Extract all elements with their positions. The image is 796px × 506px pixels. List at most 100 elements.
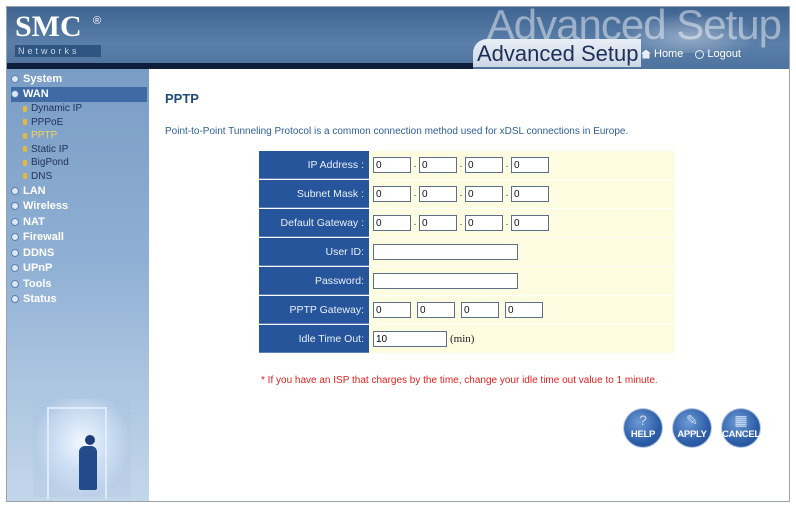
registered-mark: ® <box>93 15 102 27</box>
bullet-icon <box>23 159 27 166</box>
pptp-gateway-octet-1[interactable] <box>373 302 411 318</box>
default-gateway-field: . . . <box>369 209 675 237</box>
sidebar-subitem-static-ip[interactable]: Static IP <box>11 143 147 157</box>
idle-time-out-label: Idle Time Out: <box>259 325 369 353</box>
apply-button-label: APPLY <box>677 429 707 440</box>
sidebar-item-tools[interactable]: Tools <box>11 276 147 292</box>
sidebar-item-label: Status <box>23 293 57 306</box>
header: SMC ® Networks Advanced Setup Advanced S… <box>7 7 789 69</box>
sidebar-subitem-dynamic-ip[interactable]: Dynamic IP <box>11 102 147 116</box>
sidebar-item-label: WAN <box>23 88 49 101</box>
sidebar-item-label: Firewall <box>23 231 64 244</box>
user-id-input[interactable] <box>373 244 518 260</box>
cancel-button-label: CANCEL <box>722 429 760 440</box>
bullet-icon <box>11 217 19 226</box>
sidebar-item-label: Tools <box>23 277 52 290</box>
default-gateway-octet-1[interactable] <box>373 215 411 231</box>
sidebar-subitem-bigpond[interactable]: BigPond <box>11 156 147 170</box>
octet-separator: . <box>413 217 417 228</box>
home-label: Home <box>654 48 684 60</box>
logout-label: Logout <box>707 48 741 60</box>
help-button[interactable]: ? HELP <box>624 409 662 447</box>
sidebar-subitem-label: Static IP <box>31 143 69 155</box>
sidebar-item-upnp[interactable]: UPnP <box>11 261 147 277</box>
user-id-label: User ID: <box>259 238 369 266</box>
pptp-gateway-octet-3[interactable] <box>461 302 499 318</box>
bullet-icon <box>23 119 27 126</box>
ip-address-octet-4[interactable] <box>511 157 549 173</box>
person-illustration <box>79 435 101 495</box>
bullet-icon <box>11 295 19 304</box>
sidebar-item-status[interactable]: Status <box>11 292 147 308</box>
form-row-idle-time-out: Idle Time Out: (min) <box>259 324 675 353</box>
page-title: PPTP <box>165 91 199 106</box>
ip-address-field: . . . <box>369 151 675 179</box>
bullet-icon <box>23 173 27 180</box>
bullet-icon <box>11 233 19 242</box>
default-gateway-octet-2[interactable] <box>419 215 457 231</box>
sidebar-subitem-pppoe[interactable]: PPPoE <box>11 116 147 130</box>
password-input[interactable] <box>373 273 518 289</box>
logout-icon <box>695 49 705 59</box>
sidebar-subitem-pptp[interactable]: PPTP <box>11 129 147 143</box>
octet-separator: . <box>459 159 463 170</box>
cancel-button[interactable]: ▦ CANCEL <box>722 409 760 447</box>
person-head <box>85 435 95 445</box>
bullet-icon <box>23 132 27 139</box>
bullet-icon <box>23 105 27 112</box>
logout-link[interactable]: Logout <box>695 48 741 60</box>
sidebar: System WAN Dynamic IP PPPoE PPTP Static … <box>7 69 149 501</box>
form-row-pptp-gateway: PPTP Gateway: <box>259 295 675 324</box>
sidebar-item-label: NAT <box>23 215 45 228</box>
ip-address-octet-2[interactable] <box>419 157 457 173</box>
form-row-password: Password: <box>259 266 675 295</box>
sidebar-item-ddns[interactable]: DDNS <box>11 245 147 261</box>
bullet-icon <box>11 264 19 273</box>
subnet-mask-octet-2[interactable] <box>419 186 457 202</box>
pptp-gateway-field <box>369 296 675 324</box>
default-gateway-octet-3[interactable] <box>465 215 503 231</box>
password-field <box>369 267 675 295</box>
idle-timeout-note: * If you have an ISP that charges by the… <box>261 375 658 386</box>
ip-address-octet-1[interactable] <box>373 157 411 173</box>
octet-separator: . <box>413 188 417 199</box>
default-gateway-octet-4[interactable] <box>511 215 549 231</box>
pptp-gateway-octet-2[interactable] <box>417 302 455 318</box>
idle-time-out-input[interactable] <box>373 331 447 347</box>
sidebar-subitem-label: BigPond <box>31 157 69 169</box>
bullet-icon <box>11 202 19 211</box>
sidebar-item-nat[interactable]: NAT <box>11 214 147 230</box>
smc-logo: SMC ® Networks <box>15 11 113 63</box>
subnet-mask-octet-4[interactable] <box>511 186 549 202</box>
user-id-field <box>369 238 675 266</box>
bullet-icon <box>11 74 19 83</box>
pptp-form: IP Address : . . . Subnet Mask : . <box>259 151 675 353</box>
octet-separator: . <box>505 217 509 228</box>
sidebar-subitem-dns[interactable]: DNS <box>11 170 147 184</box>
sidebar-item-wan[interactable]: WAN <box>11 86 147 102</box>
bullet-icon <box>23 146 27 153</box>
sidebar-item-system[interactable]: System <box>11 71 147 87</box>
octet-separator: . <box>459 188 463 199</box>
bullet-icon <box>11 248 19 257</box>
subnet-mask-octet-1[interactable] <box>373 186 411 202</box>
octet-separator: . <box>505 159 509 170</box>
pptp-gateway-octet-4[interactable] <box>505 302 543 318</box>
apply-button[interactable]: ✎ APPLY <box>673 409 711 447</box>
subnet-mask-octet-3[interactable] <box>465 186 503 202</box>
sidebar-item-firewall[interactable]: Firewall <box>11 230 147 246</box>
bullet-icon <box>11 186 19 195</box>
sidebar-item-label: DDNS <box>23 246 55 259</box>
sidebar-item-lan[interactable]: LAN <box>11 183 147 199</box>
home-icon <box>641 49 651 59</box>
bullet-icon <box>11 279 19 288</box>
ip-address-octet-3[interactable] <box>465 157 503 173</box>
subnet-mask-label: Subnet Mask : <box>259 180 369 208</box>
sidebar-item-label: LAN <box>23 184 46 197</box>
form-row-ip-address: IP Address : . . . <box>259 151 675 179</box>
page-heading-tab: Advanced Setup <box>473 39 641 67</box>
password-label: Password: <box>259 267 369 295</box>
home-link[interactable]: Home <box>641 48 683 60</box>
form-row-user-id: User ID: <box>259 237 675 266</box>
sidebar-item-wireless[interactable]: Wireless <box>11 199 147 215</box>
